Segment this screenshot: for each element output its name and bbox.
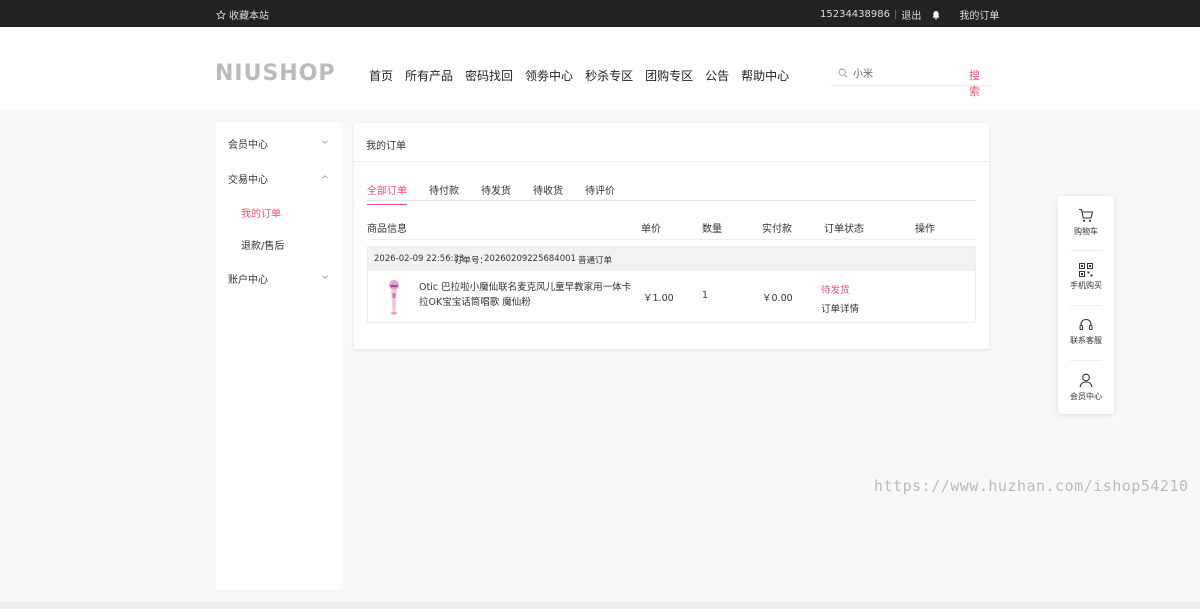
order-datetime: 2026-02-09 22:56:33: [374, 254, 465, 264]
sidebar-item-trade-center[interactable]: 交易中心: [228, 171, 328, 186]
float-item-label: 购物车: [1074, 227, 1098, 236]
nav-item-home[interactable]: 首页: [369, 67, 393, 84]
order-status: 待发货: [821, 285, 850, 296]
tab-pending-payment[interactable]: 待付款: [429, 182, 459, 205]
chevron-down-icon: [322, 275, 328, 279]
nav-item-help-center[interactable]: 帮助中心: [741, 67, 789, 84]
order-tabs: 全部订单 待付款 待发货 待收货 待评价: [367, 182, 615, 205]
site-logo[interactable]: NIUSHOP: [215, 61, 336, 86]
float-item-label: 会员中心: [1070, 392, 1102, 401]
column-header-unit-price: 单价: [641, 224, 661, 235]
tab-pending-shipment[interactable]: 待发货: [481, 182, 511, 205]
paid-amount: ￥0.00: [762, 293, 793, 304]
unit-price: ￥1.00: [643, 293, 674, 304]
chevron-down-icon: [322, 140, 328, 144]
bell-icon[interactable]: [931, 10, 941, 20]
nav-item-flash-sale[interactable]: 秒杀专区: [585, 67, 633, 84]
order-header: 2026-02-09 22:56:33 订单号： 202602092256840…: [368, 247, 975, 271]
order-number: 20260209225684001: [484, 254, 576, 264]
order-detail-link[interactable]: 订单详情: [821, 301, 859, 315]
watermark-text: https://www.huzhan.com/ishop54210: [874, 477, 1189, 495]
order-card: 2026-02-09 22:56:33 订单号： 202602092256840…: [367, 246, 976, 323]
nav-item-announcements[interactable]: 公告: [705, 67, 729, 84]
sidebar-item-refunds[interactable]: 退款/售后: [241, 237, 284, 252]
main-nav: 首页 所有产品 密码找回 领劵中心 秒杀专区 团购专区 公告 帮助中心: [369, 67, 789, 84]
order-type: 普通订单: [578, 256, 613, 266]
customer-service-button[interactable]: 联系客服: [1058, 306, 1114, 360]
logout-link[interactable]: 退出: [901, 7, 921, 22]
my-orders-link[interactable]: 我的订单: [959, 7, 999, 22]
cart-icon: [1079, 208, 1094, 222]
sidebar-item-account-center[interactable]: 账户中心: [228, 271, 328, 286]
footer-strip: [0, 602, 1200, 609]
user-phone[interactable]: 15234438986: [820, 9, 890, 20]
qr-code-icon: [1079, 263, 1093, 277]
chevron-up-icon: [322, 175, 328, 179]
float-item-label: 联系客服: [1070, 336, 1102, 345]
product-name-link[interactable]: Otic 巴拉啦小魔仙联名麦克风儿童早教家用一体卡拉OK宝宝话筒唱歌 魔仙粉: [419, 280, 634, 310]
quantity: 1: [702, 290, 709, 301]
column-header-quantity: 数量: [702, 224, 722, 235]
column-header-product-info: 商品信息: [367, 224, 407, 235]
product-thumbnail[interactable]: [384, 279, 404, 317]
tab-pending-review[interactable]: 待评价: [585, 182, 615, 205]
divider: [354, 161, 989, 162]
favorite-site-link[interactable]: 收藏本站: [216, 7, 269, 22]
search-button[interactable]: 搜索: [969, 67, 990, 99]
headset-icon: [1079, 318, 1093, 330]
column-header-paid: 实付款: [762, 224, 792, 235]
table-header: 商品信息 单价 数量 实付款 订单状态 操作: [367, 218, 976, 240]
search-box: 搜索: [830, 60, 990, 98]
nav-item-coupon-center[interactable]: 领劵中心: [525, 67, 573, 84]
top-bar: 收藏本站 15234438986 | 退出 我的订单: [0, 0, 1200, 27]
cart-button[interactable]: 购物车: [1058, 196, 1114, 250]
floating-toolbar: 购物车 手机购买 联系客服 会员中心: [1058, 196, 1114, 414]
sidebar-item-label: 账户中心: [228, 275, 268, 286]
member-sidebar: 会员中心 交易中心 我的订单 退款/售后 账户中心: [216, 123, 343, 589]
nav-item-password-recovery[interactable]: 密码找回: [465, 67, 513, 84]
nav-item-group-buy[interactable]: 团购专区: [645, 67, 693, 84]
member-center-button[interactable]: 会员中心: [1058, 361, 1114, 415]
top-bar-right: 15234438986 | 退出 我的订单: [820, 7, 999, 22]
star-icon: [216, 9, 226, 20]
sidebar-item-member-center[interactable]: 会员中心: [228, 136, 328, 151]
column-header-actions: 操作: [915, 224, 935, 235]
search-input[interactable]: [853, 67, 963, 78]
separator: |: [894, 9, 898, 20]
sidebar-item-my-orders[interactable]: 我的订单: [241, 205, 281, 220]
favorite-label: 收藏本站: [229, 11, 269, 22]
user-icon: [1079, 373, 1093, 388]
tab-pending-receipt[interactable]: 待收货: [533, 182, 563, 205]
order-number-label: 订单号：: [454, 256, 489, 266]
search-icon: [838, 68, 848, 78]
sidebar-item-label: 会员中心: [228, 140, 268, 151]
column-header-order-status: 订单状态: [824, 224, 864, 235]
page-title: 我的订单: [366, 141, 406, 152]
float-item-label: 手机购买: [1070, 281, 1102, 290]
nav-item-all-products[interactable]: 所有产品: [405, 67, 453, 84]
tab-all-orders[interactable]: 全部订单: [367, 182, 407, 205]
header: NIUSHOP 首页 所有产品 密码找回 领劵中心 秒杀专区 团购专区 公告 帮…: [0, 27, 1200, 110]
orders-panel: 我的订单 全部订单 待付款 待发货 待收货 待评价 商品信息 单价 数量 实付款…: [354, 123, 989, 349]
tabs-underline: [367, 200, 976, 201]
sidebar-item-label: 交易中心: [228, 175, 268, 186]
mobile-buy-button[interactable]: 手机购买: [1058, 251, 1114, 305]
